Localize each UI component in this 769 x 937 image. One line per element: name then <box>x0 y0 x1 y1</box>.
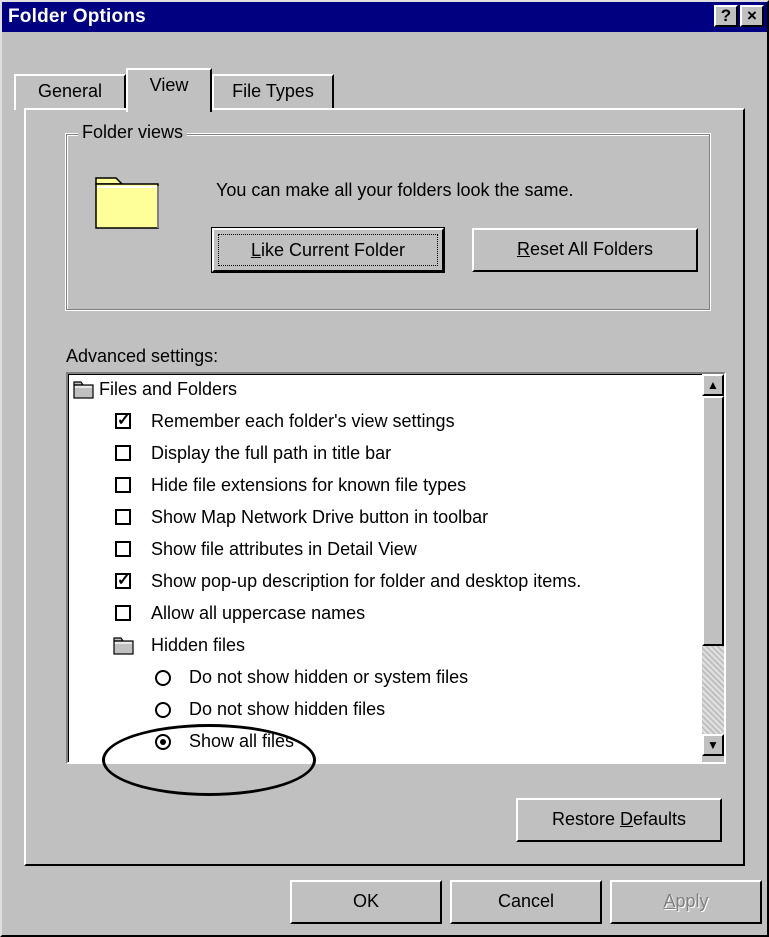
scroll-up-button[interactable]: ▲ <box>702 374 724 396</box>
restore-defaults-label-end: efaults <box>632 809 687 829</box>
title-bar[interactable]: Folder Options ? × <box>2 2 767 32</box>
checkbox[interactable] <box>115 477 131 493</box>
folder-views-legend: Folder views <box>78 122 188 143</box>
checkbox[interactable] <box>115 509 131 525</box>
radio-button[interactable] <box>155 702 171 718</box>
folder-options-window: Folder Options ? × General View File Typ… <box>0 0 769 937</box>
folder-icon <box>95 177 159 229</box>
scroll-thumb[interactable] <box>702 396 724 646</box>
list-item-label: Hide file extensions for known file type… <box>151 475 467 495</box>
reset-all-accesskey: R <box>516 239 530 259</box>
like-current-accesskey: L <box>250 240 261 260</box>
window-title: Folder Options <box>8 6 146 27</box>
advanced-settings-list[interactable]: Files and Folders ✓ Remember each folder… <box>66 372 726 764</box>
checkbox[interactable] <box>115 541 131 557</box>
folder-views-description: You can make all your folders look the s… <box>216 180 574 200</box>
restore-defaults-button[interactable]: Restore Defaults <box>516 798 722 842</box>
tab-view[interactable]: View <box>126 68 212 112</box>
apply-label: pply <box>675 891 709 911</box>
list-item-label: Show Map Network Drive button in toolbar <box>151 507 489 527</box>
list-item-label: Display the full path in title bar <box>151 443 392 463</box>
scroll-down-button[interactable]: ▼ <box>702 734 724 756</box>
list-item-label: Show file attributes in Detail View <box>151 539 417 559</box>
checkbox[interactable] <box>115 605 131 621</box>
checkbox-checked[interactable]: ✓ <box>115 413 131 429</box>
annotation-circle <box>102 724 316 796</box>
restore-defaults-accesskey: D <box>619 809 633 829</box>
list-item-label: Show pop-up description for folder and d… <box>151 571 582 591</box>
advanced-settings-label: Advanced settings: <box>66 346 219 366</box>
like-current-folder-button[interactable]: Like Current Folder <box>211 227 445 273</box>
vertical-scrollbar[interactable]: ▲ ▼ <box>702 374 724 762</box>
restore-defaults-label: Restore <box>551 809 620 829</box>
list-item-label: Allow all uppercase names <box>151 603 366 623</box>
advanced-settings-items: Files and Folders ✓ Remember each folder… <box>68 374 702 762</box>
list-item-label: Do not show hidden files <box>189 699 386 719</box>
tab-general[interactable]: General <box>14 74 126 110</box>
list-item-label: Files and Folders <box>99 379 238 399</box>
focus-rect: Like Current Folder <box>218 234 438 266</box>
apply-accesskey: A <box>663 891 676 911</box>
reset-all-folders-button[interactable]: Reset All Folders <box>472 228 698 272</box>
list-item-label: Remember each folder's view settings <box>151 411 455 431</box>
apply-button[interactable]: Apply <box>610 880 762 924</box>
checkbox-checked[interactable]: ✓ <box>115 573 131 589</box>
folder-icon <box>113 637 134 655</box>
tab-file-types[interactable]: File Types <box>212 74 334 110</box>
folder-views-group <box>65 133 711 311</box>
help-button[interactable]: ? <box>714 5 738 27</box>
checkbox[interactable] <box>115 445 131 461</box>
list-item-label: Hidden files <box>151 635 246 655</box>
close-button[interactable]: × <box>740 5 764 27</box>
like-current-label: ike Current Folder <box>260 240 406 260</box>
folder-icon <box>73 381 94 399</box>
reset-all-label: eset All Folders <box>529 239 654 259</box>
scroll-track[interactable] <box>702 646 724 734</box>
cancel-button[interactable]: Cancel <box>450 880 602 924</box>
radio-button[interactable] <box>155 670 171 686</box>
list-item-label: Do not show hidden or system files <box>189 667 469 687</box>
ok-button[interactable]: OK <box>290 880 442 924</box>
